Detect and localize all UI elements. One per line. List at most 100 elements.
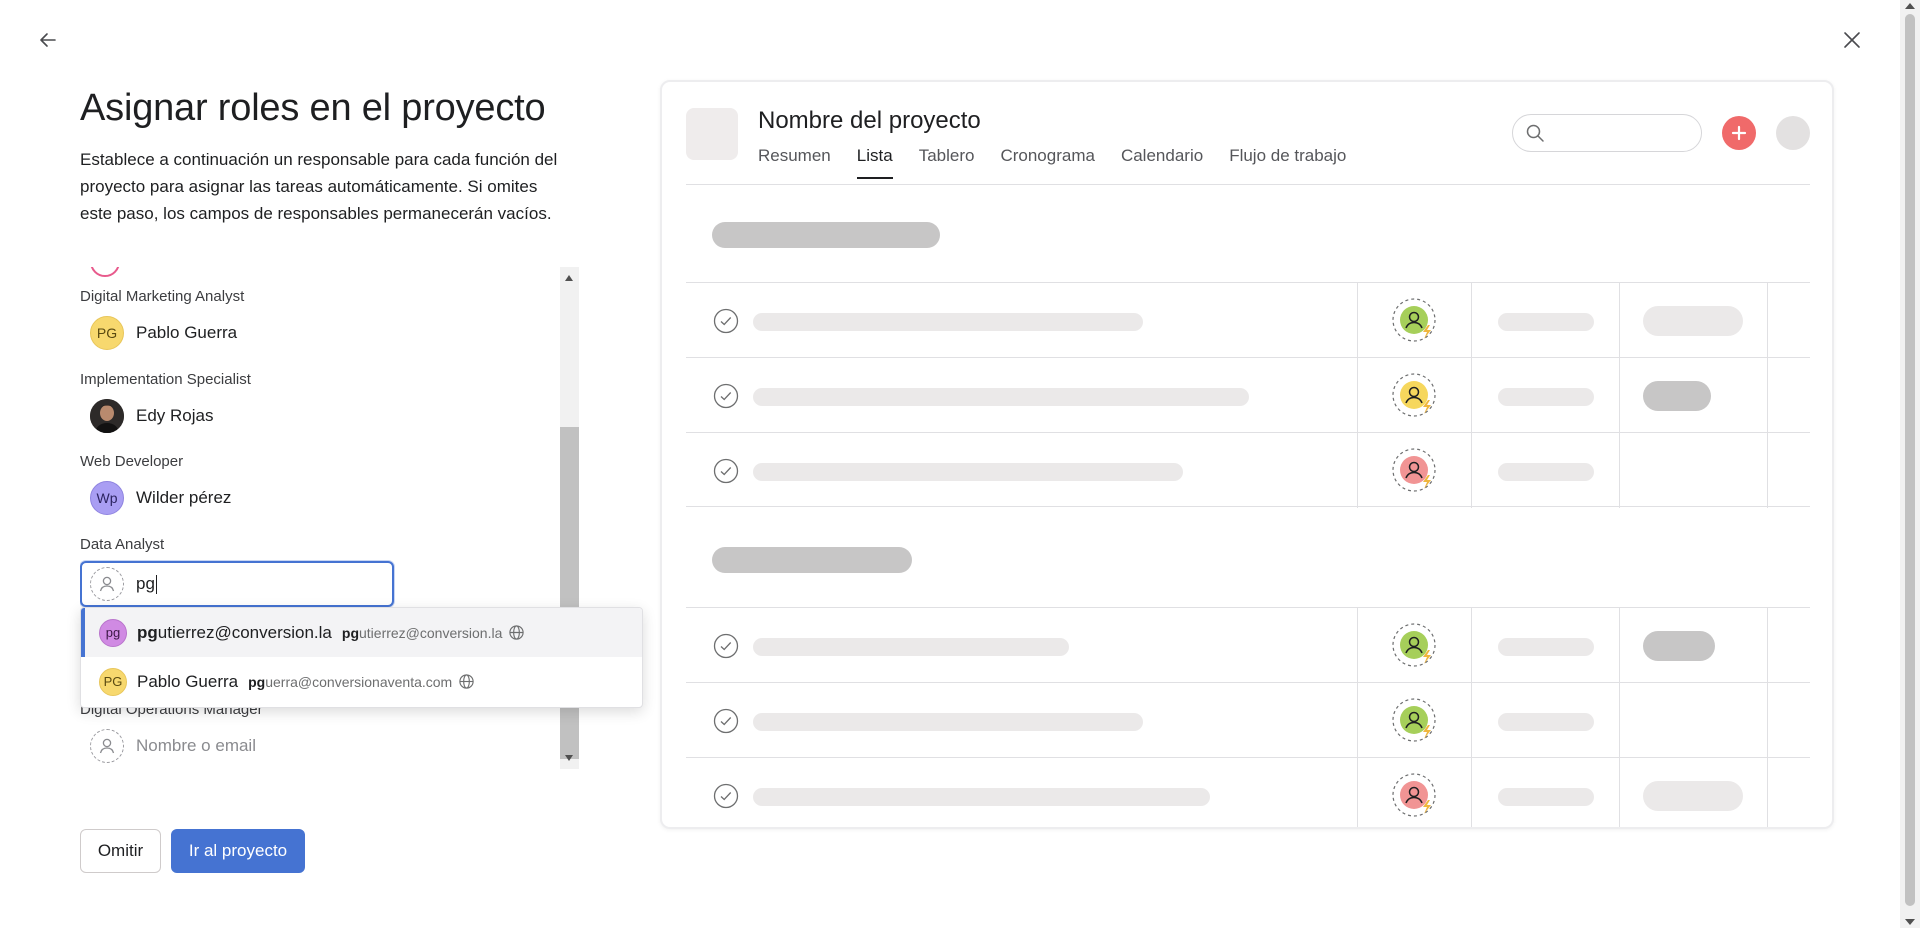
add-button[interactable] (1722, 116, 1756, 150)
tag-placeholder (1643, 306, 1743, 336)
column-divider (1471, 758, 1472, 827)
column-divider (1357, 608, 1358, 683)
column-divider (1357, 433, 1358, 508)
suggestion-item[interactable]: PG Pablo Guerra pguerra@conversionaventa… (81, 657, 642, 706)
task-name-placeholder (753, 388, 1249, 406)
avatar: PG (90, 316, 124, 350)
auto-assignee-icon (1392, 698, 1436, 742)
column-divider (1619, 433, 1620, 508)
scroll-up-arrow[interactable] (1905, 3, 1915, 9)
check-circle-icon (713, 458, 739, 484)
search-input[interactable] (1512, 114, 1702, 152)
task-name-placeholder (753, 788, 1210, 806)
tag-placeholder (1643, 781, 1743, 811)
column-divider (1357, 358, 1358, 433)
scroll-down-arrow[interactable] (565, 755, 573, 761)
suggestion-email: pgutierrez@conversion.la (341, 624, 503, 641)
tab-calendario[interactable]: Calendario (1121, 146, 1203, 179)
close-button[interactable] (1838, 26, 1866, 54)
task-row (686, 757, 1810, 827)
tab-cronograma[interactable]: Cronograma (1000, 146, 1095, 179)
date-placeholder (1498, 713, 1594, 731)
column-divider (1767, 758, 1768, 827)
assignee-search-input[interactable]: pg (80, 561, 394, 607)
role-assignee[interactable]: Wp Wilder pérez (80, 478, 550, 518)
column-divider (1357, 283, 1358, 358)
tag-placeholder (1643, 381, 1711, 411)
assignee-input[interactable]: Nombre o email (80, 726, 550, 766)
task-name-placeholder (753, 713, 1143, 731)
assignee-name: Pablo Guerra (136, 323, 238, 342)
date-placeholder (1498, 313, 1594, 331)
user-icon (99, 576, 115, 592)
scroll-up-arrow[interactable] (565, 275, 573, 281)
project-preview: Nombre del proyecto Resumen Lista Tabler… (660, 80, 1834, 829)
empty-avatar-icon (90, 567, 124, 601)
plus-icon (1731, 125, 1747, 141)
scroll-thumb[interactable] (560, 427, 579, 759)
input-value[interactable]: pg (136, 574, 157, 594)
suggestion-item[interactable]: pg pgutierrez@conversion.la pgutierrez@c… (81, 608, 642, 657)
tab-tablero[interactable]: Tablero (919, 146, 975, 179)
column-divider (1619, 283, 1620, 358)
column-divider (1767, 683, 1768, 758)
user-icon (99, 738, 115, 754)
avatar: Wp (90, 481, 124, 515)
auto-assignee-icon (1392, 298, 1436, 342)
page-scrollbar[interactable] (1900, 0, 1920, 928)
project-tabs: Resumen Lista Tablero Cronograma Calenda… (758, 146, 1372, 179)
person-photo-icon (90, 399, 124, 433)
avatar (90, 267, 120, 277)
tab-lista[interactable]: Lista (856, 146, 893, 179)
date-placeholder (1498, 388, 1594, 406)
task-row (686, 607, 1810, 683)
column-divider (1471, 283, 1472, 358)
globe-icon (458, 673, 475, 690)
column-divider (1619, 608, 1620, 683)
column-divider (1619, 683, 1620, 758)
scroll-thumb[interactable] (1905, 14, 1915, 906)
check-circle-icon (713, 383, 739, 409)
task-row (686, 682, 1810, 758)
skip-button[interactable]: Omitir (80, 829, 161, 873)
role-data-analyst: Data Analyst pg (80, 535, 550, 607)
suggestion-name: pgutierrez@conversion.la (137, 622, 332, 642)
auto-assignee-icon (1392, 773, 1436, 817)
check-circle-icon (713, 708, 739, 734)
role-digital-marketing-analyst: Digital Marketing Analyst PG Pablo Guerr… (80, 287, 550, 353)
project-icon (686, 108, 738, 160)
role-label: Digital Marketing Analyst (80, 288, 245, 305)
task-name-placeholder (753, 313, 1143, 331)
go-to-project-button[interactable]: Ir al proyecto (171, 829, 305, 873)
column-divider (1471, 433, 1472, 508)
tab-flujo-de-trabajo[interactable]: Flujo de trabajo (1229, 146, 1346, 179)
column-divider (1767, 283, 1768, 358)
task-row (686, 282, 1810, 358)
scroll-down-arrow[interactable] (1905, 919, 1915, 925)
close-icon (1844, 32, 1860, 48)
role-assignee[interactable]: Edy Rojas (80, 396, 550, 436)
avatar: pg (99, 618, 127, 647)
avatar: PG (99, 667, 127, 696)
role-label: Implementation Specialist (80, 371, 251, 388)
tab-resumen[interactable]: Resumen (758, 146, 831, 179)
column-divider (1619, 358, 1620, 433)
globe-icon (508, 624, 525, 641)
auto-assignee-icon (1392, 373, 1436, 417)
project-name: Nombre del proyecto (758, 107, 981, 134)
task-name-placeholder (753, 638, 1069, 656)
column-divider (1619, 758, 1620, 827)
date-placeholder (1498, 463, 1594, 481)
task-name-placeholder (753, 463, 1183, 481)
assignee-suggestions-dropdown: pg pgutierrez@conversion.la pgutierrez@c… (80, 607, 643, 708)
auto-assignee-icon (1392, 448, 1436, 492)
back-button[interactable] (34, 26, 62, 54)
auto-assignee-icon (1392, 623, 1436, 667)
task-row (686, 432, 1810, 508)
column-divider (1767, 433, 1768, 508)
page-title: Asignar roles en el proyecto (80, 87, 546, 129)
divider (686, 184, 1810, 185)
column-divider (1357, 758, 1358, 827)
role-assignee[interactable]: PG Pablo Guerra (80, 313, 550, 353)
search-icon (1526, 124, 1544, 142)
